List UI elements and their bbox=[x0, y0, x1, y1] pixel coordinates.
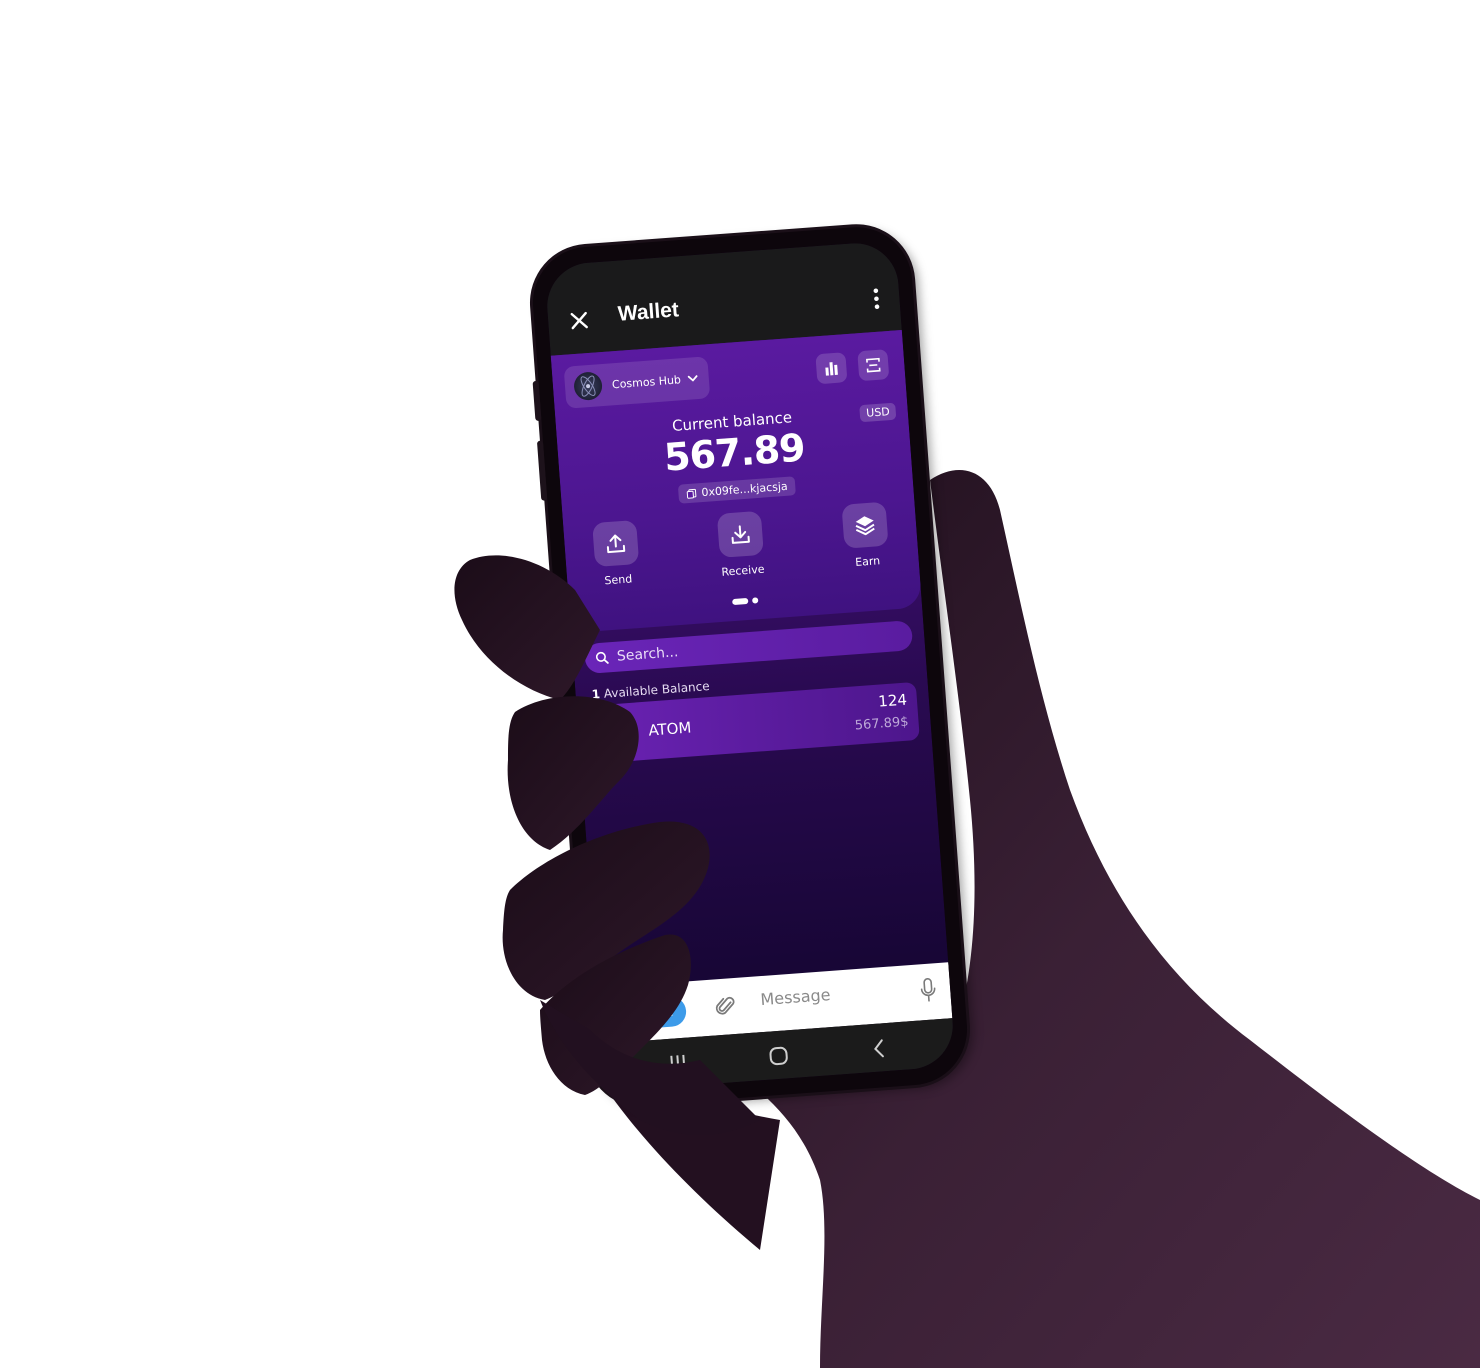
asset-amount: 124 bbox=[877, 690, 908, 711]
atom-logo-icon bbox=[601, 715, 636, 750]
scan-icon bbox=[866, 357, 881, 373]
earn-button[interactable] bbox=[841, 501, 889, 549]
screen: Wallet Cosmos Hub USD Current balance 56… bbox=[544, 240, 956, 1092]
search-icon bbox=[595, 651, 609, 664]
cosmos-logo-icon bbox=[573, 371, 604, 402]
search-input[interactable] bbox=[614, 626, 913, 666]
receive-action[interactable]: Receive bbox=[704, 510, 779, 580]
message-input[interactable] bbox=[757, 980, 883, 1011]
chevron-down-icon bbox=[687, 375, 698, 382]
balance-card: Cosmos Hub USD Current balance 567.89 0x… bbox=[550, 329, 923, 634]
phone: Wallet Cosmos Hub USD Current balance 56… bbox=[529, 223, 971, 1109]
page-indicator[interactable] bbox=[732, 597, 759, 606]
wallet-address-chip[interactable]: 0x09fe...kjacsja bbox=[677, 476, 797, 504]
send-button[interactable] bbox=[592, 519, 640, 568]
assets-count: 1 bbox=[591, 687, 601, 702]
back-icon[interactable] bbox=[868, 1037, 892, 1061]
wallet-button[interactable]: Wallet bbox=[614, 995, 688, 1031]
asset-fiat-value: 567.89$ bbox=[854, 714, 910, 734]
receive-label: Receive bbox=[721, 562, 765, 579]
wallet-content: Cosmos Hub USD Current balance 567.89 0x… bbox=[550, 329, 949, 993]
paperclip-icon[interactable] bbox=[714, 994, 738, 1020]
bar-chart-icon bbox=[825, 362, 838, 376]
earn-label: Earn bbox=[854, 554, 881, 569]
wallet-address: 0x09fe...kjacsja bbox=[700, 479, 789, 500]
home-icon[interactable] bbox=[767, 1044, 791, 1068]
page-dot-active bbox=[732, 597, 749, 606]
receive-button[interactable] bbox=[716, 510, 764, 558]
upload-icon bbox=[606, 534, 626, 554]
network-selector[interactable]: Cosmos Hub bbox=[563, 356, 711, 409]
more-options-icon[interactable] bbox=[873, 288, 881, 310]
copy-icon bbox=[686, 488, 697, 499]
microphone-icon[interactable] bbox=[919, 977, 937, 1004]
quick-actions: Send Receive Earn bbox=[563, 500, 919, 596]
asset-symbol: ATOM bbox=[647, 718, 693, 740]
chart-button[interactable] bbox=[815, 352, 848, 385]
network-name: Cosmos Hub bbox=[611, 372, 682, 391]
send-label: Send bbox=[604, 572, 633, 588]
page-dot bbox=[752, 597, 759, 604]
recent-apps-icon[interactable] bbox=[666, 1052, 690, 1076]
scan-button[interactable] bbox=[857, 349, 890, 382]
earn-action[interactable]: Earn bbox=[828, 501, 903, 571]
page-title: Wallet bbox=[617, 298, 680, 326]
close-icon[interactable] bbox=[567, 309, 591, 333]
layers-icon bbox=[855, 516, 875, 536]
download-icon bbox=[731, 525, 750, 544]
send-action[interactable]: Send bbox=[579, 519, 654, 589]
